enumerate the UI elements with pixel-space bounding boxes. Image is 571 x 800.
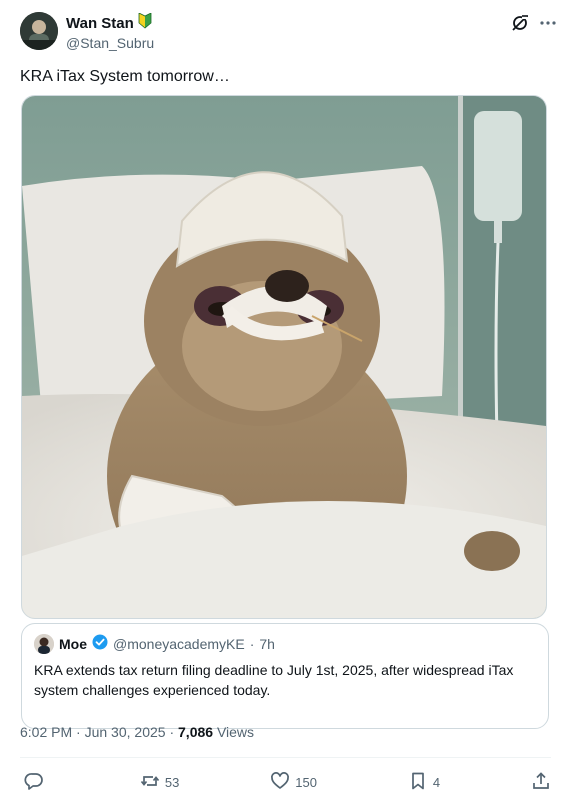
meta-separator: ·: [76, 724, 81, 740]
heart-icon: [270, 771, 290, 794]
reply-icon: [24, 771, 44, 794]
repost-button[interactable]: 53: [140, 771, 179, 794]
author-handle[interactable]: @Stan_Subru: [66, 34, 154, 53]
author-names: Wan Stan @Stan_Subru: [66, 12, 154, 53]
views-count: 7,086: [178, 724, 214, 740]
reply-button[interactable]: [24, 771, 49, 794]
like-button[interactable]: 150: [270, 771, 317, 794]
views-label: Views: [216, 724, 255, 740]
author-display-name[interactable]: Wan Stan: [66, 14, 134, 33]
tweet-meta: 6:02 PM · Jun 30, 2025 · 7,086 Views: [20, 724, 254, 740]
quoted-author-avatar[interactable]: [34, 634, 54, 654]
quoted-tweet-header: Moe @moneyacademyKE · 7h: [34, 634, 536, 654]
share-button[interactable]: [531, 771, 551, 794]
author-avatar[interactable]: [20, 12, 58, 50]
tweet-text: KRA iTax System tomorrow…: [20, 68, 230, 85]
quoted-tweet-text: KRA extends tax return filing deadline t…: [34, 662, 514, 698]
quoted-separator: ·: [249, 636, 255, 652]
bookmark-button[interactable]: 4: [408, 771, 440, 794]
tweet-image[interactable]: [21, 95, 547, 619]
quoted-tweet[interactable]: Moe @moneyacademyKE · 7h KRA extends tax…: [21, 623, 549, 729]
grok-icon[interactable]: [511, 14, 529, 37]
meta-separator: ·: [169, 724, 175, 740]
action-bar: 53 150 4: [24, 770, 551, 794]
share-icon: [531, 771, 551, 794]
verified-badge-icon: [92, 634, 108, 654]
divider: [20, 757, 551, 758]
more-options-icon[interactable]: [539, 14, 557, 37]
quoted-author-name[interactable]: Moe: [59, 635, 87, 653]
beginner-badge-icon: [138, 12, 152, 34]
bookmark-icon: [408, 771, 428, 794]
repost-count: 53: [164, 774, 180, 790]
repost-icon: [140, 771, 160, 794]
header-icons: [511, 14, 557, 37]
quoted-author-handle[interactable]: @moneyacademyKE: [113, 635, 245, 653]
tweet-time[interactable]: 6:02 PM: [20, 724, 72, 740]
bookmark-count: 4: [432, 774, 441, 790]
author-display-name-row[interactable]: Wan Stan: [66, 12, 154, 34]
tweet-date[interactable]: Jun 30, 2025: [85, 724, 166, 740]
like-count: 150: [295, 774, 317, 790]
quoted-time[interactable]: 7h: [259, 635, 275, 653]
tweet-header: Wan Stan @Stan_Subru: [20, 12, 557, 52]
